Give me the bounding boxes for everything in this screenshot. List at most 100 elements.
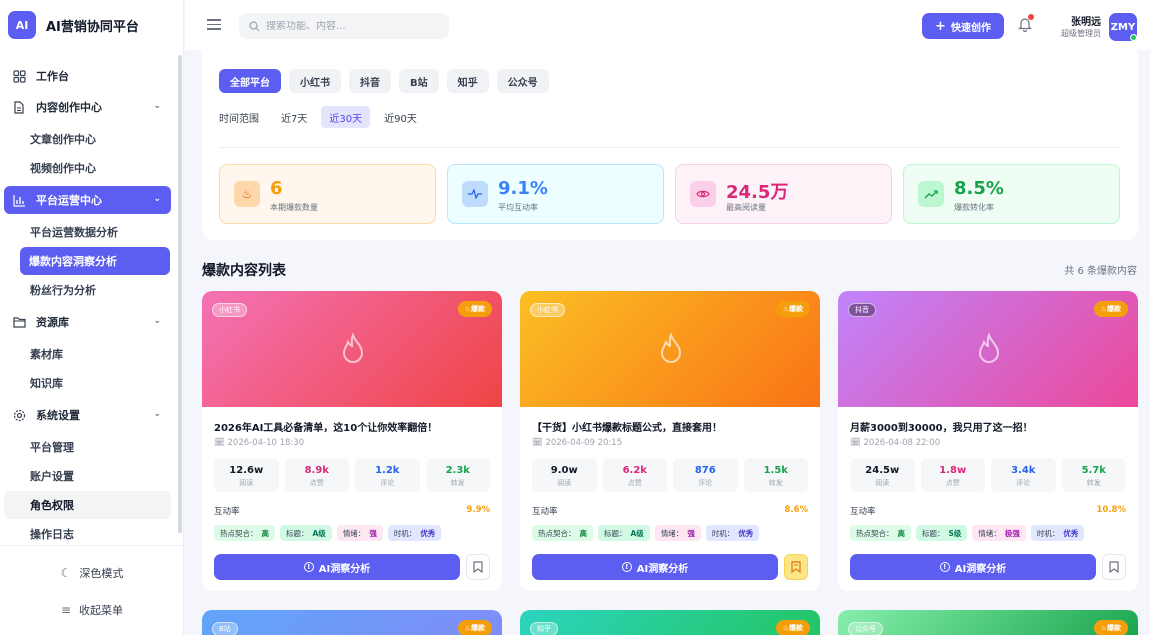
tab-douyin[interactable]: 抖音 — [349, 69, 391, 93]
notification-dot — [1028, 14, 1034, 20]
tag-timing: 时机： 优秀 — [705, 525, 760, 541]
tag-emotion: 情绪： 极强 — [972, 525, 1026, 541]
tab-bilibili[interactable]: B站 — [399, 69, 439, 93]
content-card[interactable]: 小红书 ♨ 爆款 2026年AI工具必备清单，这10个让你效率翻倍！ 🗓 202… — [202, 291, 502, 591]
sidebar-footer: ☾ 深色模式 ≡ 收起菜单 — [0, 545, 184, 635]
tab-zhihu[interactable]: 知乎 — [446, 69, 489, 93]
card-title[interactable]: 【干货】小红书爆款标题公式，直接套用！ — [532, 419, 722, 434]
app-logo[interactable]: AI AI营销协同平台 — [0, 0, 183, 50]
interaction-rate-value: 9.9% — [466, 505, 490, 515]
sidebar-item-account-settings[interactable]: 账户设置 — [4, 462, 171, 490]
bookmark-button[interactable] — [784, 554, 808, 580]
card-title[interactable]: 2026年AI工具必备清单，这10个让你效率翻倍！ — [214, 419, 437, 434]
sidebar-item-label: 账户设置 — [30, 470, 74, 483]
stat-label: 爆款转化率 — [954, 203, 994, 212]
sidebar-item-label: 知识库 — [30, 377, 63, 390]
time-option-30d[interactable]: 近30天 — [321, 106, 371, 128]
fire-icon: ♨ — [234, 181, 260, 207]
sidebar-item-platform-management[interactable]: 平台管理 — [4, 433, 171, 461]
sidebar-item-label: 平台管理 — [30, 441, 74, 454]
ai-insight-button[interactable]: ! AI洞察分析 — [214, 554, 460, 580]
metric-reads: 12.6w 阅读 — [214, 458, 279, 492]
tab-all-platforms[interactable]: 全部平台 — [219, 69, 281, 93]
metric-value: 5.7k — [1081, 465, 1106, 476]
metric-shares: 1.5k 转发 — [743, 458, 808, 492]
sidebar-item-article-creation[interactable]: 文章创作中心 — [4, 125, 171, 153]
quick-create-button[interactable]: + 快速创作 — [922, 13, 1004, 39]
time-range: 时间范围 近7天 近30天 近90天 — [219, 106, 425, 128]
hot-badge-label: 爆款 — [1107, 305, 1121, 313]
ai-insight-label: AI洞察分析 — [318, 563, 371, 575]
bookmark-button[interactable] — [1102, 554, 1126, 580]
interaction-rate-value: 8.6% — [784, 505, 808, 515]
content-card[interactable]: 抖音 ♨ 爆款 月薪3000到30000，我只用了这一招！ 🗓 2026-04-… — [838, 291, 1138, 591]
collapse-menu-button[interactable]: ≡ 收起菜单 — [0, 597, 184, 623]
hamburger-icon[interactable] — [207, 16, 221, 30]
tab-xiaohongshu[interactable]: 小红书 — [289, 69, 341, 93]
sidebar-item-fan-behavior[interactable]: 粉丝行为分析 — [4, 276, 171, 304]
time-option-7d[interactable]: 近7天 — [273, 106, 315, 128]
card-tags: 热点契合：高 标题： S级 情绪： 极强 时机： 优秀 — [850, 525, 1085, 541]
stat-card-avg-interaction: 9.1% 平均互动率 — [447, 164, 664, 224]
sidebar-item-material-library[interactable]: 素材库 — [4, 340, 171, 368]
collapse-menu-label: 收起菜单 — [79, 604, 124, 617]
sidebar-item-operation-log[interactable]: 操作日志 — [4, 520, 171, 540]
tag-title: 标题： A级 — [598, 525, 650, 541]
list-count: 共 6 条爆款内容 — [1064, 266, 1137, 277]
gear-icon — [12, 408, 26, 422]
tab-wechat-official[interactable]: 公众号 — [496, 69, 549, 93]
sidebar-item-role-permissions[interactable]: 角色权限 — [4, 491, 171, 519]
content-card[interactable]: 公众号 ♨ 爆款 — [838, 610, 1138, 635]
platform-badge: B站 — [212, 622, 238, 635]
sidebar-item-platform-ops[interactable]: 平台运营中心 ⌄ — [4, 186, 171, 214]
content-card[interactable]: 知乎 ♨ 爆款 — [520, 610, 820, 635]
tag-value: A级 — [312, 528, 326, 538]
time-option-90d[interactable]: 近90天 — [376, 106, 425, 128]
metric-shares: 2.3k 转发 — [425, 458, 490, 492]
card-title[interactable]: 月薪3000到30000，我只用了这一招！ — [850, 419, 1033, 434]
hot-badge-label: 爆款 — [789, 624, 803, 632]
hot-badge: ♨ 爆款 — [457, 301, 492, 317]
search-input[interactable] — [266, 20, 436, 32]
bookmark-button[interactable] — [466, 554, 490, 580]
card-date: 🗓 2026-04-08 22:00 — [850, 438, 941, 448]
stat-value: 9.1% — [498, 178, 548, 199]
sidebar-item-content-creation[interactable]: 内容创作中心 ⌄ — [4, 93, 171, 121]
platform-tabs: 全部平台 小红书 抖音 B站 知乎 公众号 — [219, 69, 549, 93]
dark-mode-button[interactable]: ☾ 深色模式 — [0, 560, 184, 586]
sidebar-item-label: 资源库 — [36, 316, 69, 329]
metric-value: 2.3k — [445, 465, 470, 476]
stat-value: 24.5万 — [726, 182, 789, 203]
sidebar-item-system-settings[interactable]: 系统设置 ⌄ — [4, 401, 171, 429]
metric-label: 点赞 — [945, 479, 960, 487]
content-card[interactable]: B站 ♨ 爆款 — [202, 610, 502, 635]
ai-insight-button[interactable]: ! AI洞察分析 — [532, 554, 778, 580]
metric-value: 24.5w — [865, 465, 900, 476]
sidebar-scrollbar-thumb[interactable] — [178, 55, 182, 533]
tag-value: 优秀 — [738, 528, 754, 538]
sidebar-item-knowledge-base[interactable]: 知识库 — [4, 369, 171, 397]
sidebar-item-workbench[interactable]: 工作台 — [4, 62, 171, 90]
search-box[interactable] — [239, 13, 449, 39]
ai-insight-button[interactable]: ! AI洞察分析 — [850, 554, 1096, 580]
tag-emotion: 情绪：强 — [336, 525, 383, 541]
hot-badge-label: 爆款 — [471, 305, 485, 313]
card-date-text: 2026-04-08 22:00 — [863, 438, 941, 448]
metric-value: 1.5k — [763, 465, 788, 476]
user-name: 张明远 — [1071, 17, 1101, 28]
sidebar-item-resource-library[interactable]: 资源库 ⌄ — [4, 308, 171, 336]
bar-chart-icon — [12, 193, 26, 207]
search-icon — [249, 20, 260, 31]
bookmark-icon — [1109, 561, 1119, 573]
online-status-dot — [1130, 34, 1137, 41]
sidebar-item-ops-data-analysis[interactable]: 平台运营数据分析 — [4, 218, 171, 246]
divider — [219, 147, 1119, 148]
platform-badge: 抖音 — [848, 303, 876, 317]
content-card[interactable]: 小红书 ♨ 爆款 【干货】小红书爆款标题公式，直接套用！ 🗓 2026-04-0… — [520, 291, 820, 591]
plus-icon: + — [935, 18, 946, 34]
sidebar-item-video-creation[interactable]: 视频创作中心 — [4, 154, 171, 182]
sidebar-item-viral-insight[interactable]: 爆款内容洞察分析 — [20, 247, 170, 275]
metric-label: 评论 — [380, 479, 395, 487]
tag-key: 标题： — [604, 528, 627, 538]
interaction-rate-label: 互动率 — [850, 507, 876, 517]
